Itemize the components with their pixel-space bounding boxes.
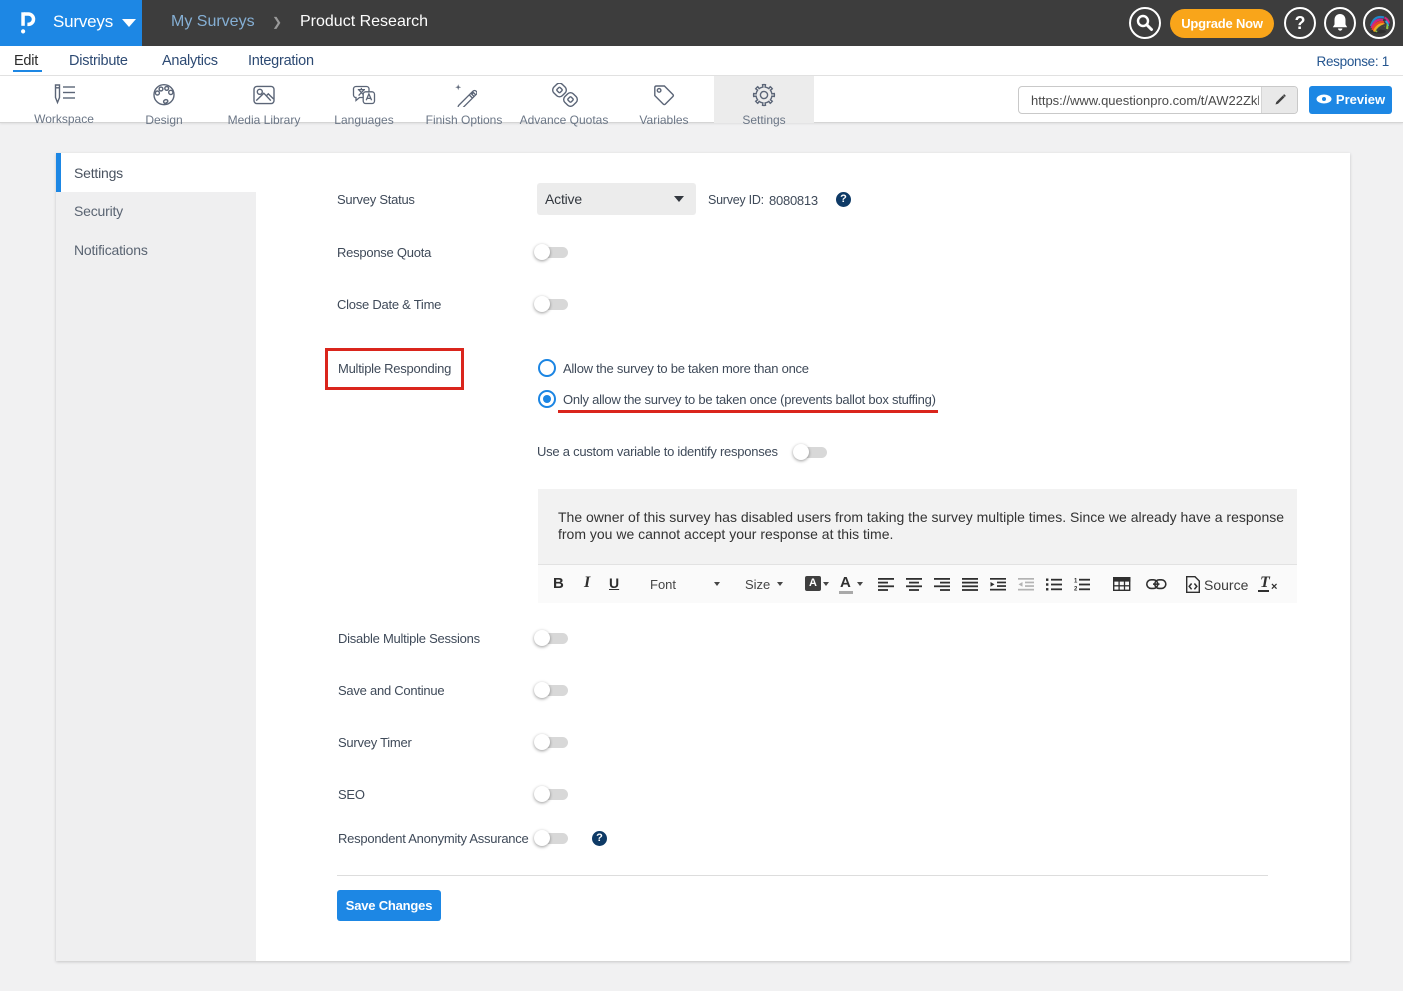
svg-text:1: 1 bbox=[1074, 579, 1078, 585]
svg-text:2: 2 bbox=[1074, 587, 1078, 592]
